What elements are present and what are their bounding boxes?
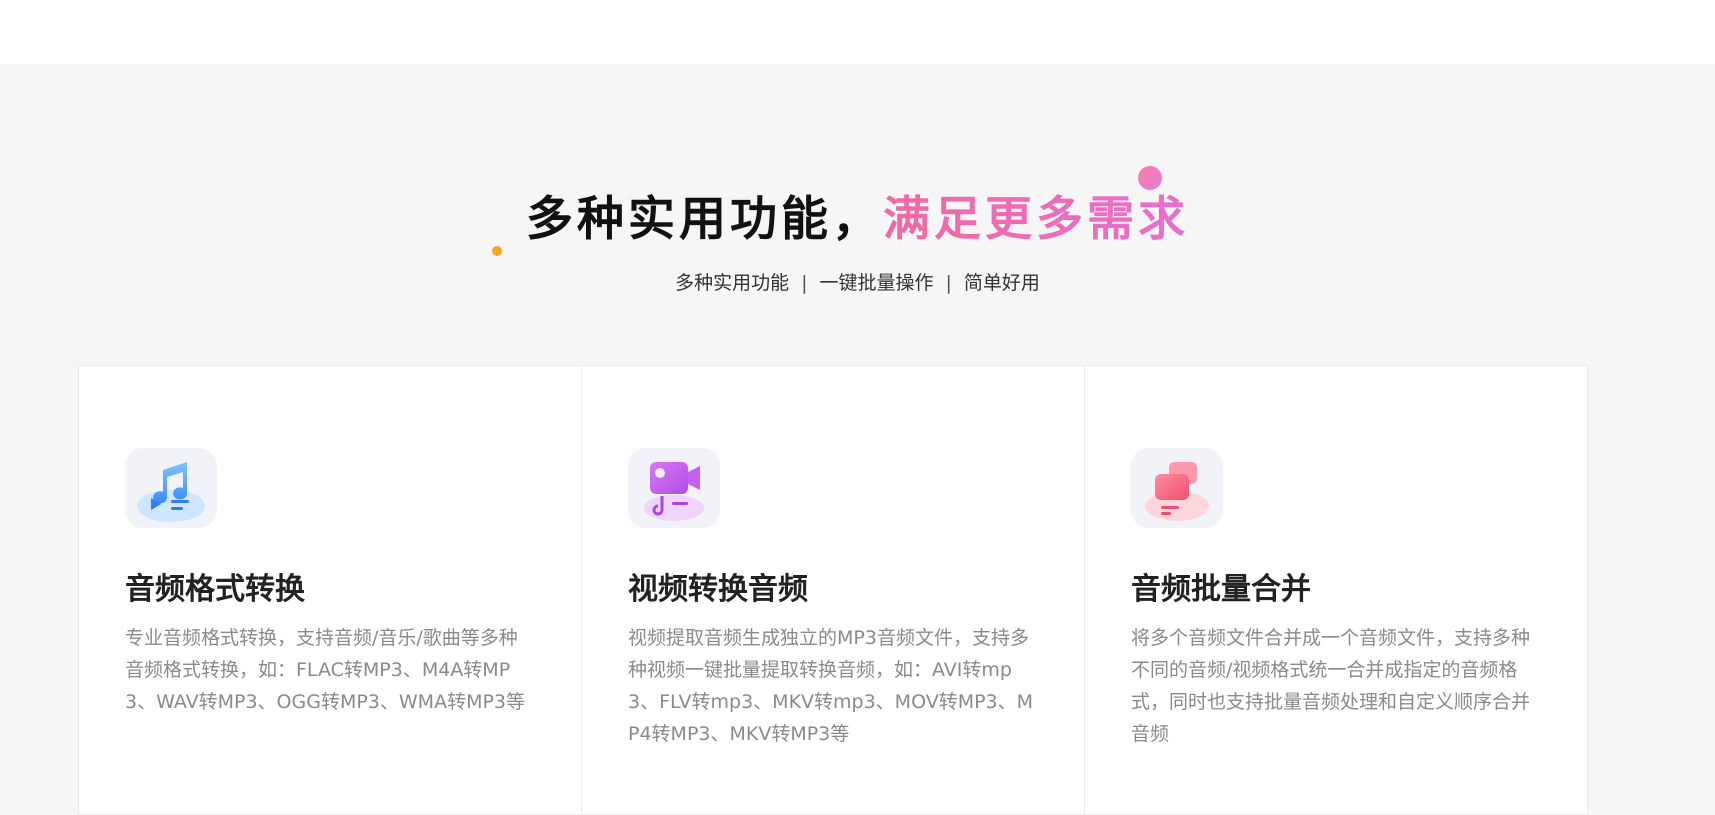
- feature-title: 视频转换音频: [628, 572, 808, 607]
- video-to-audio-icon: [628, 448, 720, 528]
- feature-cards: 音频格式转换 专业音频格式转换，支持音频/音乐/歌曲等多种音频格式转换，如：FL…: [78, 365, 1588, 815]
- feature-title: 音频格式转换: [125, 572, 305, 607]
- audio-merge-icon: [1131, 448, 1223, 528]
- feature-title: 音频批量合并: [1131, 572, 1311, 607]
- top-header-bar: [0, 0, 1715, 64]
- subtitle-item-3: 简单好用: [963, 272, 1040, 294]
- decorative-pink-dot: [1138, 166, 1162, 190]
- feature-card-video-to-audio[interactable]: 视频转换音频 视频提取音频生成独立的MP3音频文件，支持多种视频一键批量提取转换…: [582, 366, 1085, 814]
- subtitle-item-1: 多种实用功能: [675, 272, 790, 294]
- feature-description: 将多个音频文件合并成一个音频文件，支持多种不同的音频/视频格式统一合并成指定的音…: [1131, 627, 1531, 745]
- section-headline: 多种实用功能，满足更多需求: [0, 190, 1715, 250]
- subtitle-separator: |: [801, 272, 808, 294]
- feature-description: 专业音频格式转换，支持音频/音乐/歌曲等多种音频格式转换，如：FLAC转MP3、…: [125, 627, 526, 713]
- headline-pink-text: 满足更多需求: [883, 192, 1189, 247]
- headline-dark-text: 多种实用功能，: [526, 192, 883, 247]
- feature-card-audio-convert[interactable]: 音频格式转换 专业音频格式转换，支持音频/音乐/歌曲等多种音频格式转换，如：FL…: [79, 366, 582, 814]
- feature-description: 视频提取音频生成独立的MP3音频文件，支持多种视频一键批量提取转换音频，如：AV…: [628, 627, 1034, 745]
- section-subtitle: 多种实用功能 | 一键批量操作 | 简单好用: [0, 268, 1715, 298]
- subtitle-item-2: 一键批量操作: [819, 272, 934, 294]
- feature-card-audio-merge[interactable]: 音频批量合并 将多个音频文件合并成一个音频文件，支持多种不同的音频/视频格式统一…: [1085, 366, 1587, 814]
- subtitle-separator: |: [945, 272, 952, 294]
- audio-format-convert-icon: [125, 448, 217, 528]
